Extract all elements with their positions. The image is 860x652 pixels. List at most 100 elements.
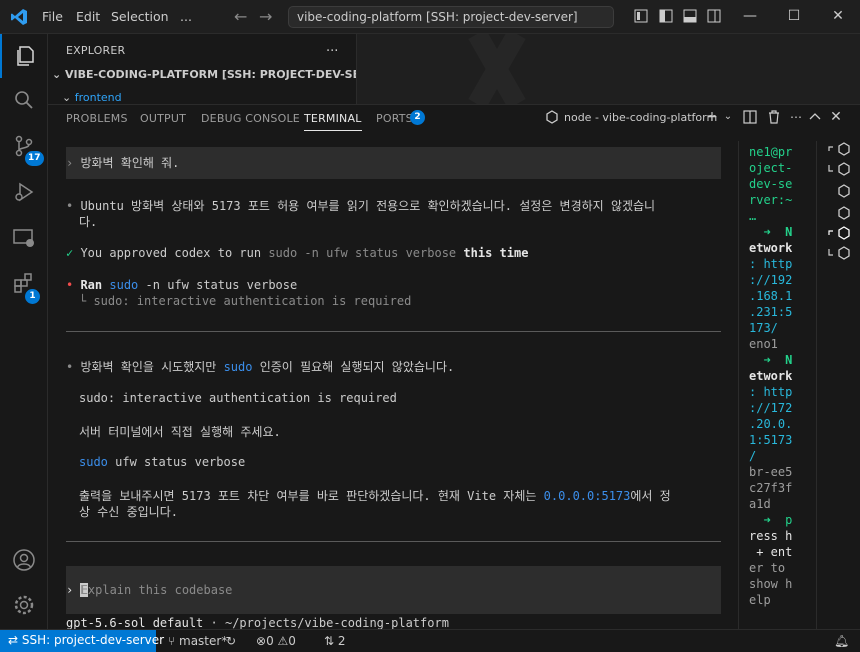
split-terminal-line: 1:5173 [749,433,793,447]
approval-line: ✓ You approved codex to run sudo -n ufw … [66,246,529,260]
menu-selection[interactable]: Selection [111,9,169,24]
terminal-tab-5[interactable] [825,225,855,243]
customize-layout-icon[interactable] [634,9,648,23]
sync-icon[interactable]: ↻ [226,634,236,648]
divider [66,331,721,332]
search-icon [15,91,33,109]
user-prompt: › 방화벽 확인해 줘. [66,156,180,170]
split-terminal-line: + ent [749,545,793,559]
toggle-secondary-sidebar-icon[interactable] [707,9,721,23]
activity-bar: 17 1 [0,34,48,629]
ports-icon: ⇅ [324,634,338,648]
run-debug-activity[interactable] [0,170,48,214]
split-terminal-line: c27f3f [749,481,793,495]
explorer-activity[interactable] [0,34,48,78]
terminal-name[interactable]: node - vibe-coding-platform [564,111,717,124]
problems-indicator[interactable]: ⊗0 ⚠0 [256,634,296,648]
close-panel-icon[interactable]: ✕ [828,109,844,125]
remote-indicator[interactable]: ⇄ SSH: project-dev-server [0,630,164,652]
result-line-5: 출력을 보내주시면 5173 포트 차단 여부를 바로 판단하겠습니다. 현재 … [79,489,671,503]
back-arrow-icon[interactable]: ← [234,7,247,26]
assistant-message-cont: 다. [79,215,98,229]
split-terminal-line: ➜ p [749,513,793,527]
result-line-6: 상 수신 중입니다. [79,505,178,519]
trash-icon[interactable] [766,109,782,125]
notifications-bell-icon[interactable]: 🔔︎ [834,634,849,648]
split-terminal-line: .168.1 [749,289,793,303]
split-terminal-line: … [749,209,757,223]
node-icon [546,110,558,124]
split-terminal-line: ne1@pr [749,145,793,159]
split-terminal-line: : http [749,385,793,399]
status-bar: ⇄ SSH: project-dev-server ⑂ master* ↻ ⊗0… [0,629,860,652]
close-window-icon[interactable]: ✕ [830,8,846,24]
split-terminal-output[interactable]: ne1@pr oject-dev-se rver:~ … ➜ N etwork: htt… [738,141,810,630]
extensions-activity[interactable]: 1 [0,262,48,306]
chevron-down-icon[interactable]: ⌄ [720,109,736,125]
sidebar-more-button[interactable]: ... [326,40,338,55]
split-terminal-line: ://192 [749,273,793,287]
minimize-icon[interactable]: — [742,8,758,24]
model-status-line: gpt-5.6-sol default · ~/projects/vibe-co… [66,616,449,630]
assistant-message: • Ubuntu 방화벽 상태와 5173 포트 허용 여부를 읽기 전용으로 … [66,199,656,213]
terminal-tabs-list [816,141,860,630]
ports-indicator[interactable]: ⇅ 2 [324,634,346,648]
split-terminal-line: ➜ N [749,353,793,367]
search-activity[interactable] [0,78,48,122]
terminal-output[interactable]: › 방화벽 확인해 줘. • Ubuntu 방화벽 상태와 5173 포트 허용… [48,141,728,630]
forward-arrow-icon[interactable]: → [259,7,272,26]
split-terminal-line: elp [749,593,771,607]
workspace-section-header[interactable]: ⌄ VIBE-CODING-PLATFORM [SSH: PROJECT-DEV… [52,68,398,81]
terminal-tab-4[interactable] [825,205,855,223]
remote-icon: ⇄ [8,633,22,647]
result-line-1: • 방화벽 확인을 시도했지만 sudo 인증이 필요해 실행되지 않았습니다. [66,360,455,374]
split-terminal-line: eno1 [749,337,778,351]
split-terminal-line: etwork [749,369,793,383]
run-debug-icon [15,182,34,202]
command-center-search[interactable]: vibe-coding-platform [SSH: project-dev-s… [288,6,614,28]
result-line-4: sudo ufw status verbose [79,455,246,469]
tab-output[interactable]: OUTPUT [140,112,186,125]
ports-badge: 2 [410,110,425,125]
accounts-activity[interactable] [0,538,48,582]
menu-file[interactable]: File [42,9,63,24]
split-terminal-line: a1d [749,497,771,511]
branch-icon: ⑂ [168,634,180,648]
split-terminal-icon[interactable] [742,109,758,125]
maximize-panel-icon[interactable] [807,109,823,125]
codex-input[interactable]: › EExplain this codebase [66,583,232,597]
branch-indicator[interactable]: ⑂ master* [168,634,227,648]
error-icon: ⊗ [256,634,267,648]
account-icon [13,549,35,571]
tab-problems[interactable]: PROBLEMS [66,112,128,125]
explorer-sidebar: EXPLORER ... ⌄ VIBE-CODING-PLATFORM [SSH… [48,34,398,104]
manage-activity[interactable] [0,583,48,627]
split-terminal-line: .231:5 [749,305,793,319]
tab-terminal[interactable]: TERMINAL [304,112,362,131]
toggle-sidebar-icon[interactable] [659,9,673,23]
new-terminal-icon[interactable]: + [704,109,720,125]
terminal-tab-1[interactable] [825,141,855,159]
split-terminal-line: er to [749,561,786,575]
result-line-3: 서버 터미널에서 직접 실행해 주세요. [79,425,281,439]
source-control-activity[interactable]: 17 [0,124,48,168]
more-actions-icon[interactable]: ⋯ [788,109,804,125]
sidebar-title: EXPLORER [66,44,126,57]
maximize-icon[interactable]: ☐ [786,8,802,24]
toggle-panel-icon[interactable] [683,9,697,23]
tab-debug-console[interactable]: DEBUG CONSOLE [201,112,300,125]
split-terminal-line: rver:~ [749,193,793,207]
menu-edit[interactable]: Edit [76,9,100,24]
split-terminal-line: 173/ [749,321,778,335]
tree-folder-frontend[interactable]: ⌄ frontend [62,91,122,104]
vscode-logo-icon [11,9,27,25]
terminal-tab-3[interactable] [825,183,855,201]
terminal-tab-2[interactable] [825,161,855,179]
split-terminal-line: br-ee5 [749,465,793,479]
tab-ports[interactable]: PORTS [376,112,413,125]
terminal-tab-6[interactable] [825,245,855,263]
remote-explorer-activity[interactable] [0,216,48,260]
files-icon [17,46,34,66]
menu-more[interactable]: ... [180,9,192,24]
split-terminal-line: ://172 [749,401,793,415]
